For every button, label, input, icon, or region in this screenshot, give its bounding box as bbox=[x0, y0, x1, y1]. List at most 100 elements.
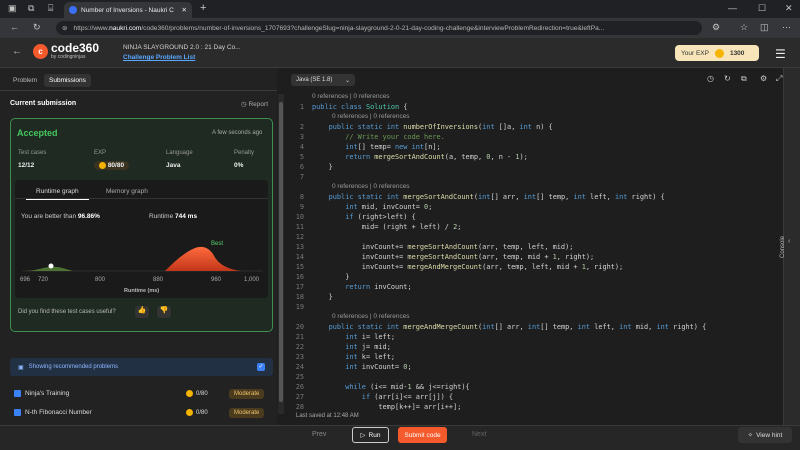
new-tab-icon[interactable]: + bbox=[200, 3, 206, 14]
x-tick: 1,000 bbox=[244, 277, 260, 283]
submission-time: A few seconds ago bbox=[212, 130, 263, 136]
tab-close-icon[interactable]: ✕ bbox=[182, 6, 187, 14]
code360-logo[interactable]: c code360 by codingninjas bbox=[33, 41, 100, 60]
bulb-icon: ✧ bbox=[747, 432, 754, 439]
view-hint-label: View hint bbox=[756, 431, 783, 439]
problem-item[interactable]: N-th Fibonacci Number bbox=[14, 409, 92, 416]
stat-value: 80/80 bbox=[94, 161, 130, 171]
coin-icon bbox=[186, 409, 193, 416]
divider bbox=[15, 198, 268, 199]
browser-menu-icon[interactable]: ▣ bbox=[8, 4, 17, 13]
problem-exp: 0/80 bbox=[186, 390, 208, 397]
collections-icon[interactable]: ⧉ bbox=[28, 4, 34, 13]
language-value: Java (SE 1.8) bbox=[296, 77, 333, 83]
view-hint-button[interactable]: ✧ View hint bbox=[738, 427, 792, 443]
stat-value: 0% bbox=[234, 162, 244, 169]
settings-gear-icon[interactable]: ⚙ bbox=[760, 75, 767, 83]
exp-label: Your EXP bbox=[681, 49, 709, 57]
recommended-bar[interactable]: ▣ Showing recommended problems ✓ bbox=[10, 358, 273, 376]
reset-icon[interactable]: ↻ bbox=[724, 75, 731, 83]
runtime-text: Runtime 744 ms bbox=[149, 213, 197, 220]
difficulty-badge: Moderate bbox=[229, 389, 265, 399]
left-scrollbar[interactable] bbox=[278, 94, 284, 414]
x-tick: 880 bbox=[153, 277, 164, 283]
hamburger-menu-icon[interactable]: ☰ bbox=[775, 47, 786, 61]
url-input[interactable]: ⊜ https://www.naukri.com/code360/problem… bbox=[56, 21, 702, 35]
report-button[interactable]: ◷ Report bbox=[241, 100, 268, 108]
problem-icon bbox=[14, 390, 21, 397]
coin-icon bbox=[714, 48, 724, 58]
x-tick: 960 bbox=[211, 277, 222, 283]
more-icon[interactable]: ⋯ bbox=[782, 23, 791, 32]
status-accepted: Accepted bbox=[17, 128, 58, 138]
maximize-icon[interactable]: ☐ bbox=[758, 4, 766, 13]
collapse-chevron-icon[interactable]: ‹ bbox=[788, 238, 790, 245]
exp-badge[interactable]: Your EXP 1300 bbox=[675, 45, 759, 61]
your-runtime-marker bbox=[48, 263, 54, 269]
timer-icon[interactable]: ◷ bbox=[707, 75, 714, 83]
stat-key: EXP bbox=[94, 150, 107, 156]
tab-submissions[interactable]: Submissions bbox=[44, 74, 91, 87]
coin-icon bbox=[186, 390, 193, 397]
problem-exp-value: 0/80 bbox=[196, 409, 208, 416]
problem-exp-value: 0/80 bbox=[196, 390, 208, 397]
back-icon[interactable]: ← bbox=[10, 23, 19, 32]
logo-text: code360 bbox=[51, 41, 100, 55]
back-arrow-icon[interactable]: ← bbox=[12, 47, 22, 57]
challenge-problem-list-link[interactable]: Challenge Problem List bbox=[123, 54, 241, 61]
favorites-icon[interactable]: ☆ bbox=[740, 23, 748, 32]
feedback-question: Did you find these test cases useful? bbox=[18, 309, 116, 315]
split-icon[interactable]: ◫ bbox=[760, 23, 769, 32]
browser-tab-active[interactable]: Number of Inversions - Naukri C ✕ bbox=[64, 2, 192, 18]
problem-name: Ninja's Training bbox=[25, 390, 70, 397]
recommend-icon: ▣ bbox=[18, 364, 24, 371]
fullscreen-icon[interactable]: ⤢ bbox=[776, 75, 782, 83]
logo-mark-icon: c bbox=[33, 44, 48, 59]
minimize-icon[interactable]: — bbox=[728, 4, 737, 13]
window-close-icon[interactable]: ✕ bbox=[785, 4, 793, 13]
chevron-down-icon: ⌄ bbox=[344, 77, 350, 84]
problem-item[interactable]: Ninja's Training bbox=[14, 390, 69, 397]
scrollbar-thumb[interactable] bbox=[279, 102, 283, 402]
submit-button[interactable]: Submit code bbox=[398, 427, 447, 443]
x-tick: 696 bbox=[20, 277, 31, 283]
x-axis-label: Runtime (ms) bbox=[124, 288, 160, 294]
x-tick: 720 bbox=[38, 277, 49, 283]
run-button[interactable]: ▷ Run bbox=[352, 427, 389, 443]
stat-key: Penalty bbox=[234, 150, 255, 156]
divider bbox=[0, 90, 277, 91]
language-select[interactable]: Java (SE 1.8) ⌄ bbox=[291, 74, 355, 86]
tab-problem[interactable]: Problem bbox=[8, 74, 42, 87]
clock-icon: ◷ bbox=[241, 101, 247, 108]
tab-actions-icon[interactable]: ⌸ bbox=[48, 4, 53, 13]
next-button[interactable]: Next bbox=[472, 431, 486, 438]
code-editor-last-line[interactable]: 28 temp[k++]= arr[i++]; bbox=[290, 403, 780, 413]
better-label: You are better than bbox=[21, 213, 77, 220]
recommended-checkbox[interactable]: ✓ bbox=[257, 363, 265, 371]
tab-memory-graph[interactable]: Memory graph bbox=[96, 185, 158, 198]
last-saved-text: Last saved at 12:48 AM bbox=[296, 413, 359, 419]
thumbs-down-icon[interactable]: 👎 bbox=[157, 306, 171, 318]
problem-icon bbox=[14, 409, 21, 416]
url-text: https://www.naukri.com/code360/problems/… bbox=[73, 24, 605, 32]
thumbs-up-icon[interactable]: 👍 bbox=[135, 306, 149, 318]
copy-icon[interactable]: ⧉ bbox=[741, 75, 747, 83]
best-label: Best bbox=[211, 241, 224, 247]
runtime-value: 744 ms bbox=[175, 213, 198, 220]
better-than-text: You are better than 96.86% bbox=[21, 213, 100, 220]
better-value: 96.86% bbox=[77, 213, 100, 220]
site-info-icon[interactable]: ⊜ bbox=[62, 24, 68, 32]
extensions-icon[interactable]: ⚙ bbox=[712, 23, 720, 32]
reload-icon[interactable]: ↻ bbox=[33, 23, 41, 32]
runtime-label: Runtime bbox=[149, 213, 174, 220]
console-label[interactable]: Console bbox=[780, 236, 786, 258]
prev-button[interactable]: Prev bbox=[312, 431, 326, 438]
stat-key: Test cases bbox=[18, 150, 47, 156]
code-editor[interactable]: 0 references | 0 references 1 public clas… bbox=[290, 93, 780, 403]
coin-icon bbox=[99, 162, 106, 169]
play-icon: ▷ bbox=[360, 432, 366, 439]
problem-name: N-th Fibonacci Number bbox=[25, 409, 92, 416]
exp-value: 1300 bbox=[729, 49, 745, 57]
tab-favicon-icon bbox=[69, 6, 77, 14]
challenge-breadcrumb: NINJA SLAYGROUND 2.0 : 21 Day Co... Chal… bbox=[123, 44, 241, 61]
